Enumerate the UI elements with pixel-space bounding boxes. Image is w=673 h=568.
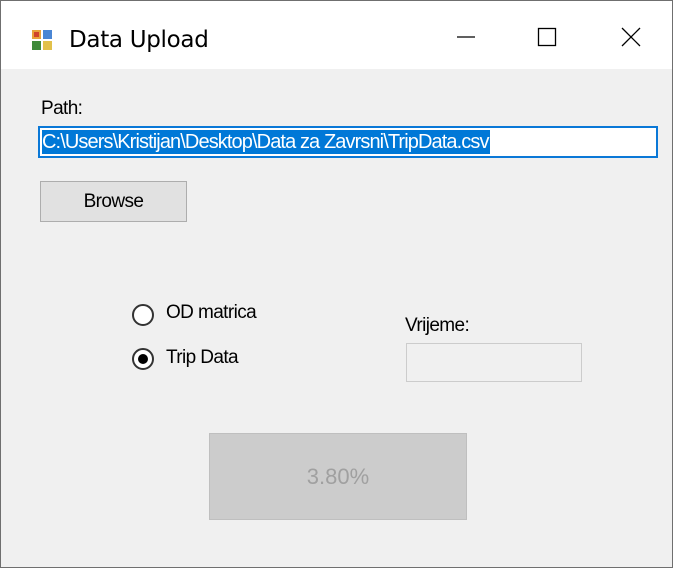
- vrijeme-field[interactable]: [406, 343, 582, 382]
- title-bar[interactable]: Data Upload: [1, 1, 672, 69]
- close-button[interactable]: [605, 19, 657, 59]
- vrijeme-label: Vrijeme:: [405, 315, 470, 336]
- upload-progress-button[interactable]: 3.80%: [209, 433, 467, 520]
- path-input-value: C:\Users\Kristijan\Desktop\Data za Zavrs…: [42, 130, 490, 154]
- trip-data-radio-label[interactable]: Trip Data: [166, 347, 239, 369]
- maximize-icon: [537, 27, 557, 52]
- data-upload-window: Data Upload Path: C:\Users\Kristijan\Des…: [0, 0, 673, 568]
- minimize-button[interactable]: [440, 19, 492, 59]
- close-icon: [621, 27, 641, 52]
- app-icon: [31, 29, 53, 51]
- od-matrica-radio[interactable]: [132, 304, 154, 326]
- radio-selected-dot: [138, 354, 148, 364]
- window-title: Data Upload: [69, 27, 209, 53]
- path-label: Path:: [41, 98, 83, 119]
- maximize-button[interactable]: [521, 19, 573, 59]
- browse-button[interactable]: Browse: [40, 181, 187, 222]
- trip-data-radio[interactable]: [132, 348, 154, 370]
- minimize-icon: [456, 27, 476, 52]
- path-input[interactable]: C:\Users\Kristijan\Desktop\Data za Zavrs…: [38, 126, 658, 158]
- od-matrica-radio-label[interactable]: OD matrica: [166, 302, 257, 324]
